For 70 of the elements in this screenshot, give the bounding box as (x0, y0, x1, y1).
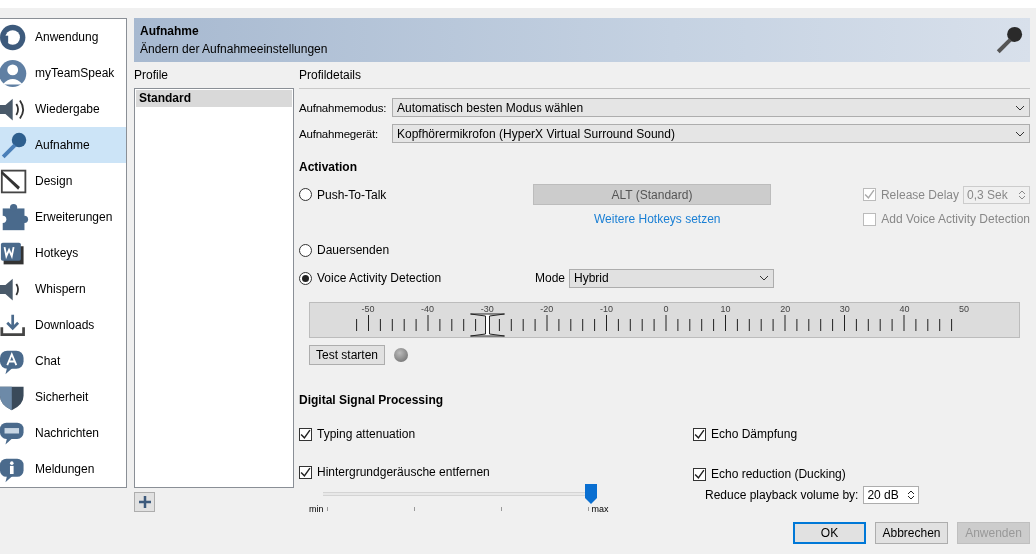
sidebar-item[interactable]: Erweiterungen (0, 199, 126, 235)
check-icon (300, 428, 311, 440)
volume-label: Reduce playback volume by: (705, 488, 859, 502)
sidebar-item[interactable]: Nachrichten (0, 415, 126, 451)
tick-label: -40 (421, 304, 435, 314)
dropdown[interactable]: Automatisch besten Modus wählen (392, 98, 1030, 117)
sidebar-item[interactable]: Meldungen (0, 451, 126, 487)
check-icon (694, 428, 705, 440)
dropdown[interactable]: Kopfhörermikrofon (HyperX Virtual Surround Sound) (392, 124, 1030, 143)
tick-label: 30 (839, 304, 850, 314)
tick-label: 10 (720, 304, 731, 314)
spin-arrows-icon (907, 489, 916, 501)
sidebar-item[interactable]: Wiedergabe (0, 91, 126, 127)
section-title: Digital Signal Processing (299, 393, 445, 407)
radio-button[interactable]: Push-To-Talk (299, 187, 533, 202)
field-label: Aufnahmegerät: (299, 127, 380, 140)
mode-label: Mode (535, 271, 566, 285)
microphone-icon (0, 130, 29, 160)
add-profile-button[interactable] (134, 492, 155, 512)
sidebar-item[interactable]: Downloads (0, 307, 126, 343)
tick-label: 50 (959, 304, 969, 314)
tick-label: 40 (899, 304, 910, 314)
dialog-button[interactable]: Abbrechen (875, 522, 948, 544)
status-light (394, 348, 409, 362)
slider-thumb[interactable] (585, 484, 597, 504)
profile-label: Profile (134, 67, 169, 84)
checkbox[interactable]: Typing attenuation (299, 427, 693, 441)
tick-label: 20 (780, 304, 791, 314)
radio-button[interactable]: Dauersenden (299, 243, 533, 257)
sidebar-item[interactable]: Hotkeys (0, 235, 126, 271)
sidebar-item[interactable]: Chat (0, 343, 126, 379)
hotkey-button[interactable]: ALT (Standard) (533, 184, 771, 205)
field-label: Aufnahmemodus: (299, 101, 388, 114)
max-label: max (591, 504, 609, 514)
profile-details-label: Profildetails (299, 68, 362, 82)
tick-label: -10 (599, 304, 613, 314)
tick-label: -50 (361, 304, 375, 314)
chevron-icon (1015, 104, 1025, 111)
sidebar-item[interactable]: Design (0, 163, 126, 199)
check-icon (300, 466, 311, 478)
test-button[interactable]: Test starten (309, 345, 386, 365)
sidebar-item[interactable]: Whispern (0, 271, 126, 307)
sidebar-item[interactable]: Sicherheit (0, 379, 126, 415)
section-title: Activation (299, 160, 358, 174)
sidebar-item[interactable]: myTeamSpeak (0, 55, 126, 91)
chevron-icon (1015, 130, 1025, 137)
spin-arrows-icon (1018, 188, 1026, 201)
tick-label: -30 (480, 304, 494, 314)
checkbox[interactable]: Echo reduction (Ducking) (693, 467, 920, 481)
spin-box[interactable]: 20 dB (863, 486, 920, 504)
checkbox[interactable]: Echo Dämpfung (693, 427, 920, 441)
radio-button[interactable]: Voice Activity Detection (299, 271, 535, 285)
check-icon (694, 468, 705, 480)
tick-label: -20 (540, 304, 554, 314)
chevron-icon (759, 275, 770, 281)
microphone-icon (994, 25, 1024, 55)
dialog-button[interactable]: OK (793, 522, 866, 544)
threshold-handle[interactable] (470, 313, 505, 337)
mode-dropdown[interactable]: Hybrid (569, 268, 775, 288)
tick-label: 0 (663, 304, 669, 314)
check-icon (863, 189, 875, 200)
sidebar-item[interactable]: Anwendung (0, 19, 126, 55)
hotkeys-link[interactable]: Weitere Hotkeys setzen (594, 212, 721, 226)
page-title: Aufnahme (140, 24, 200, 38)
page-subtitle: Ändern der Aufnahmeeinstellungen (140, 42, 328, 56)
sidebar-item[interactable]: Aufnahme (0, 127, 126, 163)
profile-item[interactable]: Standard (136, 90, 292, 107)
plus-icon (137, 495, 152, 509)
min-label: min (309, 504, 324, 514)
checkbox[interactable]: Hintergrundgeräusche entfernen (299, 465, 693, 479)
